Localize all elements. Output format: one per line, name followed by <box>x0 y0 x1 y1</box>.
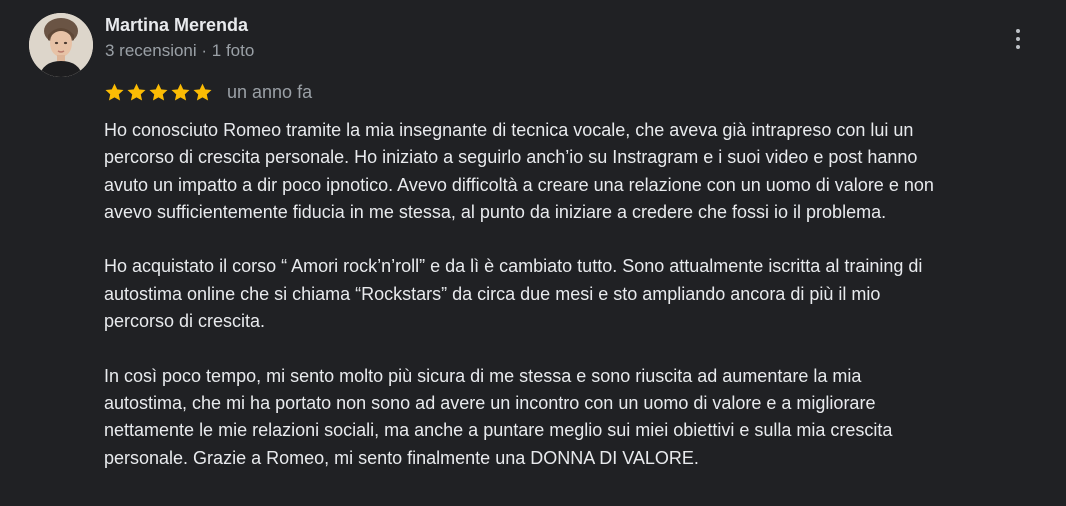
review-body: Ho conosciuto Romeo tramite la mia inseg… <box>104 117 1054 472</box>
author-avatar[interactable] <box>29 13 93 77</box>
star-icon <box>171 83 190 101</box>
star-icon <box>193 83 212 101</box>
profile-photo-icon <box>29 13 93 77</box>
review-paragraph: Ho acquistato il corso “ Amori rock’n’ro… <box>104 256 923 332</box>
review-date: un anno fa <box>227 82 313 102</box>
review-paragraph: In così poco tempo, mi sento molto più s… <box>104 365 893 468</box>
rating-row: un anno fa <box>104 79 312 105</box>
author-review-count[interactable]: 3 recensioni · 1 foto <box>105 40 254 62</box>
star-rating <box>104 82 213 103</box>
more-vert-icon <box>1016 29 1020 33</box>
more-vert-icon-dot <box>1016 45 1020 49</box>
star-icon <box>127 83 146 101</box>
review-paragraph: Ho conosciuto Romeo tramite la mia inseg… <box>104 120 934 222</box>
more-vert-icon-dot <box>1016 37 1020 41</box>
star-icon <box>105 83 124 101</box>
review-card: Martina Merenda 3 recensioni · 1 foto un… <box>0 0 1066 506</box>
star-icon <box>149 83 168 101</box>
author-name[interactable]: Martina Merenda <box>105 13 248 37</box>
more-options-button[interactable] <box>1005 24 1031 54</box>
